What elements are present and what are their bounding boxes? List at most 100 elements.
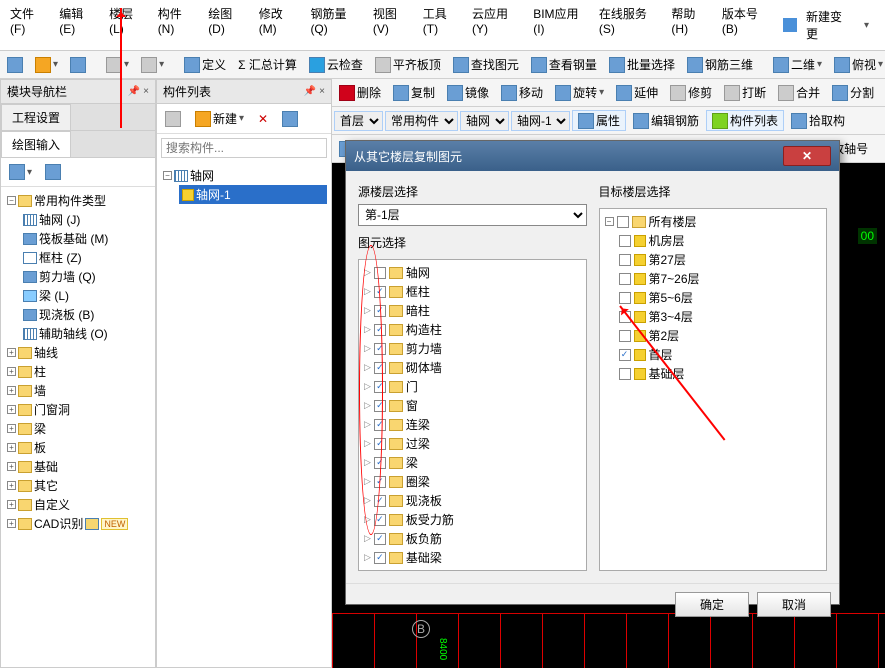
menu-component[interactable]: 构件(N) xyxy=(152,2,203,48)
rt-trim[interactable]: 修剪 xyxy=(665,81,717,104)
element-item[interactable]: ▷✓板负筋 xyxy=(364,529,583,548)
rt-split[interactable]: 分割 xyxy=(827,81,879,104)
compitem-select[interactable]: 轴网-1 xyxy=(511,111,570,131)
floor-icon xyxy=(634,311,646,323)
target-floor-item[interactable]: ✓首层 xyxy=(619,345,824,364)
rt-delete[interactable]: 删除 xyxy=(334,81,386,104)
element-item[interactable]: ▷✓窗 xyxy=(364,396,583,415)
folder-icon xyxy=(389,324,403,336)
floor-select[interactable]: 首层 xyxy=(334,111,383,131)
tb-level[interactable]: 平齐板顶 xyxy=(370,53,446,76)
element-item[interactable]: ▷✓框柱 xyxy=(364,282,583,301)
tb-open[interactable]: ▾ xyxy=(30,54,63,76)
menu-draw[interactable]: 绘图(D) xyxy=(202,2,253,48)
element-item[interactable]: ▷✓现浇板 xyxy=(364,491,583,510)
ok-button[interactable]: 确定 xyxy=(675,592,749,617)
target-floor-item[interactable]: 第27层 xyxy=(619,250,824,269)
target-floor-item[interactable]: 基础层 xyxy=(619,364,824,383)
dialog-title: 从其它楼层复制图元 xyxy=(354,148,462,165)
tb-2d[interactable]: 二维▾ xyxy=(768,53,827,76)
menu-modify[interactable]: 修改(M) xyxy=(253,2,305,48)
target-floor-item[interactable]: 第5~6层 xyxy=(619,288,824,307)
pin-icon[interactable]: 📌 × xyxy=(128,86,149,97)
tb-new[interactable] xyxy=(2,54,28,76)
menu-help[interactable]: 帮助(H) xyxy=(665,2,716,48)
target-floor-item[interactable]: 第3~4层 xyxy=(619,307,824,326)
element-item[interactable]: ▷✓构造柱 xyxy=(364,320,583,339)
element-item[interactable]: ▷✓剪力墙 xyxy=(364,339,583,358)
element-item[interactable]: ▷✓圈梁 xyxy=(364,472,583,491)
mid-btn-prev[interactable] xyxy=(160,108,186,130)
menu-edit[interactable]: 编辑(E) xyxy=(53,2,103,48)
new-change-button[interactable]: 新建变更▾ xyxy=(777,2,881,48)
target-floor-item[interactable]: 第7~26层 xyxy=(619,269,824,288)
tb-cloudcheck[interactable]: 云检查 xyxy=(304,53,368,76)
element-item[interactable]: ▷✓基础梁 xyxy=(364,548,583,567)
element-item[interactable]: ▷✓过梁 xyxy=(364,434,583,453)
menu-cloud[interactable]: 云应用(Y) xyxy=(466,2,527,48)
dialog-close-button[interactable]: ✕ xyxy=(783,146,831,166)
rt-extend[interactable]: 延伸 xyxy=(611,81,663,104)
menu-floor[interactable]: 楼层(L) xyxy=(103,2,152,48)
toolbar-main: ▾ ▾ ▾ 定义 Σ 汇总计算 云检查 平齐板顶 查找图元 查看钢量 批量选择 … xyxy=(0,51,885,79)
tb-redo[interactable]: ▾ xyxy=(136,54,169,76)
element-item[interactable]: ▷✓梁 xyxy=(364,453,583,472)
complist-title: 构件列表 xyxy=(163,83,211,100)
menu-file[interactable]: 文件(F) xyxy=(4,2,53,48)
comptype-select[interactable]: 常用构件 xyxy=(385,111,458,131)
mid-btn-copy[interactable] xyxy=(277,108,303,130)
rt-move[interactable]: 移动 xyxy=(496,81,548,104)
rt-merge[interactable]: 合并 xyxy=(773,81,825,104)
pin-icon[interactable]: 📌 × xyxy=(304,86,325,97)
menu-online[interactable]: 在线服务(S) xyxy=(593,2,666,48)
target-floor-tree[interactable]: −所有楼层 机房层第27层第7~26层第5~6层第3~4层第2层✓首层基础层 xyxy=(599,208,828,571)
tab-draw-input[interactable]: 绘图输入 xyxy=(1,131,71,157)
element-item[interactable]: ▷轴网 xyxy=(364,263,583,282)
nav-tree[interactable]: −常用构件类型 轴网 (J) 筏板基础 (M) 框柱 (Z) 剪力墙 (Q) 梁… xyxy=(1,187,155,667)
tb-sum[interactable]: Σ 汇总计算 xyxy=(233,53,302,76)
rt-break[interactable]: 打断 xyxy=(719,81,771,104)
nav-btn1[interactable]: ▾ xyxy=(4,161,37,183)
menu-rebar[interactable]: 钢筋量(Q) xyxy=(304,2,366,48)
element-item[interactable]: ▷✓板受力筋 xyxy=(364,510,583,529)
tb-topview[interactable]: 俯视▾ xyxy=(829,53,885,76)
search-input[interactable] xyxy=(161,138,327,158)
tb-undo[interactable]: ▾ xyxy=(101,54,134,76)
editrebar-button[interactable]: 编辑钢筋 xyxy=(628,109,704,132)
tb-save[interactable] xyxy=(65,54,91,76)
element-item[interactable]: ▷✓砌体墙 xyxy=(364,358,583,377)
element-tree[interactable]: ▷轴网▷✓框柱▷✓暗柱▷✓构造柱▷✓剪力墙▷✓砌体墙▷✓门▷✓窗▷✓连梁▷✓过梁… xyxy=(358,259,587,571)
comp-select[interactable]: 轴网 xyxy=(460,111,509,131)
floor-icon xyxy=(634,368,646,380)
tb-batch[interactable]: 批量选择 xyxy=(604,53,680,76)
cancel-button[interactable]: 取消 xyxy=(757,592,831,617)
tb-viewrebar[interactable]: 查看钢量 xyxy=(526,53,602,76)
beam-icon xyxy=(23,290,37,302)
menu-view[interactable]: 视图(V) xyxy=(367,2,417,48)
target-floor-label: 目标楼层选择 xyxy=(599,183,828,200)
rt-copy[interactable]: 复制 xyxy=(388,81,440,104)
tab-project-settings[interactable]: 工程设置 xyxy=(1,104,71,130)
menu-version[interactable]: 版本号(B) xyxy=(716,2,777,48)
source-floor-select[interactable]: 第-1层 xyxy=(358,204,587,226)
tb-find[interactable]: 查找图元 xyxy=(448,53,524,76)
pick-button[interactable]: 拾取构 xyxy=(786,109,850,132)
target-floor-item[interactable]: 机房层 xyxy=(619,231,824,250)
prop-button[interactable]: 属性 xyxy=(572,110,626,131)
mid-btn-new[interactable]: 新建▾ xyxy=(190,107,249,130)
complist-button[interactable]: 构件列表 xyxy=(706,110,784,131)
rt-rotate[interactable]: 旋转▾ xyxy=(550,81,609,104)
folder-icon xyxy=(389,495,403,507)
nav-btn2[interactable] xyxy=(40,161,66,183)
tb-rebar3d[interactable]: 钢筋三维 xyxy=(682,53,758,76)
menu-bim[interactable]: BIM应用(I) xyxy=(527,2,593,48)
component-tree[interactable]: −轴网 轴网-1 xyxy=(157,162,331,667)
menu-tool[interactable]: 工具(T) xyxy=(417,2,466,48)
folder-icon xyxy=(18,195,32,207)
element-item[interactable]: ▷✓连梁 xyxy=(364,415,583,434)
tb-define[interactable]: 定义 xyxy=(179,53,231,76)
rt-mirror[interactable]: 镜像 xyxy=(442,81,494,104)
element-item[interactable]: ▷✓暗柱 xyxy=(364,301,583,320)
element-item[interactable]: ▷✓门 xyxy=(364,377,583,396)
mid-btn-del[interactable]: ✕ xyxy=(253,109,273,129)
